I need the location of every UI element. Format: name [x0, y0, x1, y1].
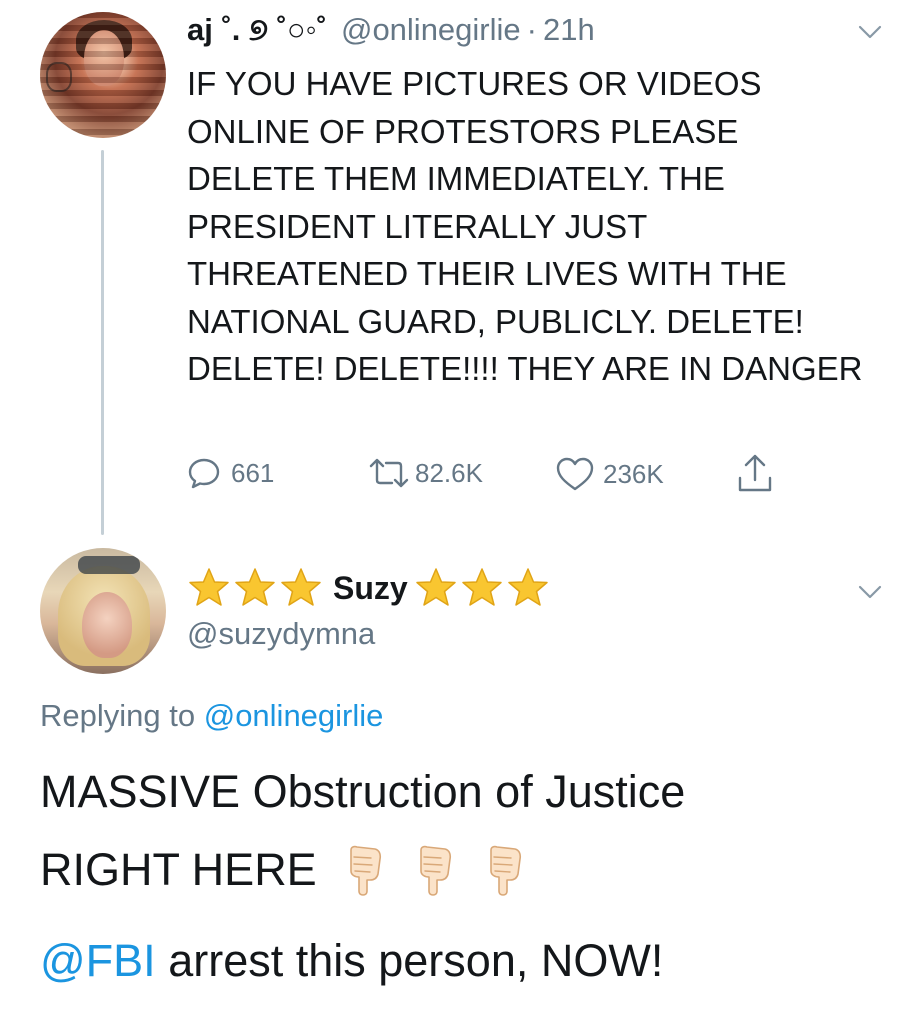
stars-right [414, 566, 550, 610]
tweet-text-fragment: RIGHT HERE [40, 844, 317, 895]
pointing-down-emoji-icon [419, 845, 451, 896]
timestamp[interactable]: 21h [543, 12, 595, 48]
star-emoji-icon [281, 568, 321, 606]
display-name[interactable]: aj ˚. ୭ ˚○◦˚ [187, 12, 327, 49]
separator-dot: · [526, 12, 537, 47]
tweet-text-line: @FBI arrest this person, NOW! [40, 935, 663, 987]
like-count: 236K [603, 458, 664, 489]
share-button[interactable] [735, 452, 775, 494]
avatar-sunglasses [78, 556, 140, 574]
tweet-text: IF YOU HAVE PICTURES OR VIDEOS ONLINE OF… [187, 65, 863, 387]
tweet-header: Suzy [187, 566, 550, 610]
replying-to: Replying to @onlinegirlie [40, 698, 383, 734]
retweet-button[interactable]: 82.6K [367, 456, 483, 490]
star-emoji-icon [189, 568, 229, 606]
pointing-down-emoji-icon [349, 845, 381, 896]
thread-line [101, 150, 104, 535]
star-emoji-icon [235, 568, 275, 606]
pointing-down-emoji-icon [489, 845, 521, 896]
reply-count: 661 [231, 457, 275, 488]
reply-button[interactable]: 661 [187, 456, 274, 490]
avatar[interactable] [40, 548, 166, 674]
chevron-down-icon[interactable] [856, 18, 884, 46]
retweet-count: 82.6K [415, 457, 483, 488]
user-handle[interactable]: @onlinegirlie [341, 12, 521, 48]
pointing-hands [341, 844, 525, 896]
heart-icon [556, 457, 594, 491]
tweet-text-line: MASSIVE Obstruction of Justice [40, 766, 686, 817]
tweet-text-line: RIGHT HERE [40, 840, 525, 900]
star-emoji-icon [461, 568, 502, 606]
stars-left [187, 566, 323, 610]
star-emoji-icon [415, 568, 456, 606]
avatar[interactable] [40, 12, 166, 138]
user-handle[interactable]: @suzydymna [187, 616, 375, 652]
fbi-mention-link[interactable]: @FBI [40, 935, 156, 986]
avatar-face [82, 592, 132, 658]
avatar-doodle [46, 62, 72, 92]
replying-to-label: Replying to [40, 698, 196, 733]
replying-to-mention[interactable]: @onlinegirlie [204, 698, 384, 733]
reply-icon [188, 458, 220, 489]
share-icon [738, 454, 772, 492]
like-button[interactable]: 236K [555, 456, 664, 492]
display-name[interactable]: Suzy [333, 570, 408, 607]
tweet-text-fragment: arrest this person, NOW! [155, 935, 664, 986]
star-emoji-icon [507, 568, 548, 606]
tweet-header: aj ˚. ୭ ˚○◦˚ @onlinegirlie · 21h [187, 12, 595, 52]
chevron-down-icon[interactable] [856, 578, 884, 606]
retweet-icon [369, 458, 409, 488]
